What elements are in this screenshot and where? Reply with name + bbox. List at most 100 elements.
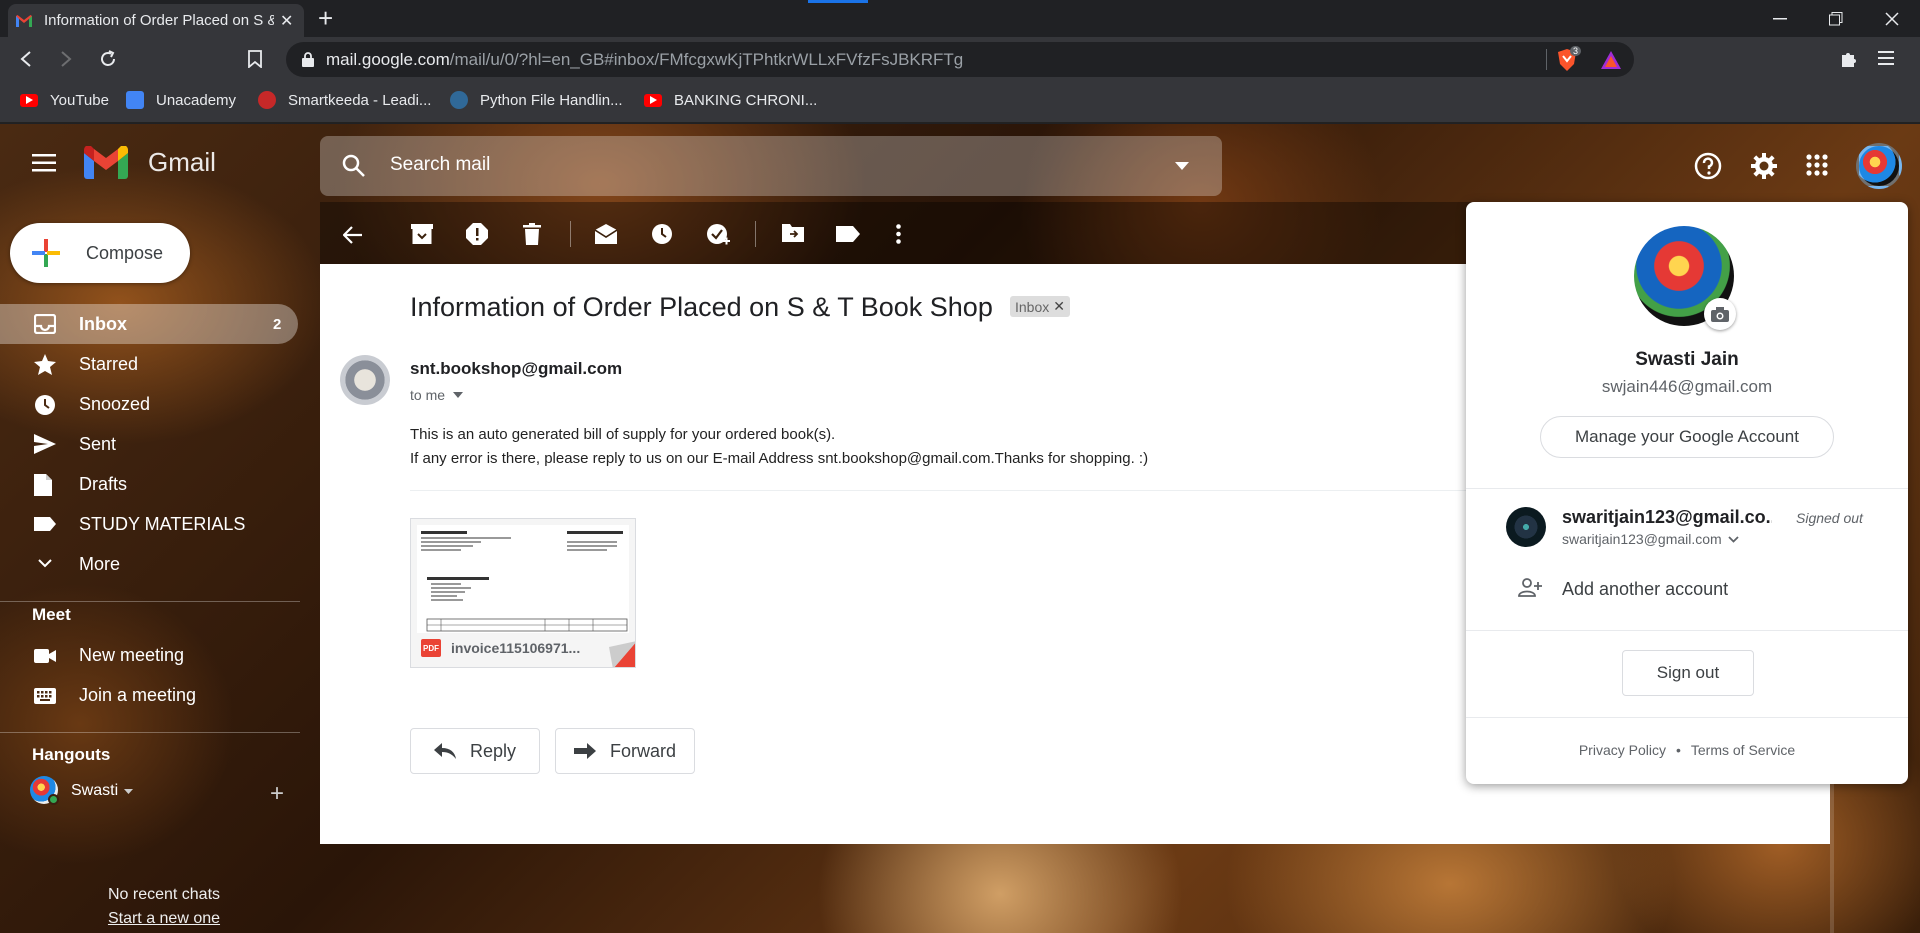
search-placeholder: Search mail: [390, 154, 491, 175]
archive-icon[interactable]: [411, 224, 433, 244]
gmail-logo[interactable]: Gmail: [84, 146, 216, 179]
labels-icon[interactable]: [836, 226, 860, 242]
video-camera-icon: [34, 649, 56, 663]
unacademy-icon: [126, 91, 144, 109]
new-conversation-plus-icon[interactable]: +: [270, 780, 284, 808]
search-options-icon[interactable]: [1175, 162, 1189, 170]
reload-icon[interactable]: [98, 49, 118, 69]
browser-toolbar: mail.google.com/mail/u/0/?hl=en_GB#inbox…: [0, 37, 1920, 83]
reply-arrow-icon: [433, 743, 456, 759]
privacy-policy-link[interactable]: Privacy Policy: [1579, 742, 1666, 758]
extensions-puzzle-icon[interactable]: [1840, 50, 1858, 68]
other-account-row[interactable]: swaritjain123@gmail.co... Signed out swa…: [1466, 489, 1908, 569]
pdf-corner-fold-icon: [609, 641, 635, 667]
google-apps-icon[interactable]: [1806, 154, 1828, 176]
report-spam-icon[interactable]: [466, 223, 488, 245]
other-account-email-row: swaritjain123@gmail.com: [1562, 531, 1739, 547]
bookmark-unacademy[interactable]: Unacademy: [126, 83, 236, 117]
add-account-label: Add another account: [1562, 579, 1729, 599]
brave-shield-icon[interactable]: 3: [1556, 46, 1582, 72]
new-meeting-item[interactable]: New meeting: [0, 635, 298, 675]
address-bar[interactable]: mail.google.com/mail/u/0/?hl=en_GB#inbox…: [286, 42, 1634, 77]
sidebar-item-label: More: [79, 553, 121, 574]
sidebar-item-drafts[interactable]: Drafts: [0, 464, 298, 504]
inbox-label-chip[interactable]: Inbox ✕: [1010, 296, 1070, 317]
bookmark-banking[interactable]: BANKING CHRONI...: [644, 83, 817, 117]
gmail-m-icon: [84, 146, 128, 179]
sender-email[interactable]: snt.bookshop@gmail.com: [410, 359, 622, 379]
forward-button[interactable]: Forward: [555, 728, 695, 774]
bookmark-youtube[interactable]: YouTube: [20, 83, 109, 117]
recipient-details[interactable]: to me: [410, 387, 464, 403]
remove-label-icon[interactable]: ✕: [1053, 298, 1065, 315]
hangouts-avatar[interactable]: [30, 776, 59, 805]
account-avatar[interactable]: [1856, 143, 1902, 189]
sidebar-item-study-materials[interactable]: STUDY MATERIALS: [0, 504, 298, 544]
manage-account-button[interactable]: Manage your Google Account: [1540, 416, 1834, 458]
search-bar[interactable]: Search mail: [320, 136, 1222, 196]
popup-divider: [1466, 630, 1908, 631]
brave-rewards-icon[interactable]: [1600, 50, 1622, 70]
sidebar-item-sent[interactable]: Sent: [0, 424, 298, 464]
python-icon: [450, 91, 468, 109]
details-caret-icon: [453, 392, 464, 398]
online-status-dot: [48, 794, 59, 805]
bookmark-icon[interactable]: [248, 50, 262, 68]
url-path: /mail/u/0/?hl=en_GB#inbox/FMfcgxwKjTPhtk…: [449, 49, 964, 69]
tab-title: Information of Order Placed on S & T Boo…: [44, 12, 274, 29]
youtube-icon: [20, 93, 38, 107]
reply-button-main[interactable]: Reply: [410, 728, 540, 774]
attachment-card[interactable]: PDF invoice115106971...: [410, 518, 636, 668]
minimize-button[interactable]: [1752, 0, 1808, 37]
snooze-clock-icon[interactable]: [651, 223, 673, 245]
sender-avatar[interactable]: [340, 355, 390, 405]
hangouts-user[interactable]: Swasti: [71, 782, 134, 800]
inbox-chip-label: Inbox: [1015, 298, 1050, 315]
sign-out-button[interactable]: Sign out: [1622, 650, 1754, 696]
tab-close-icon[interactable]: ✕: [280, 11, 293, 31]
move-to-folder-icon[interactable]: [782, 224, 804, 242]
no-recent-chats: No recent chats: [107, 886, 221, 903]
browser-tab-active[interactable]: Information of Order Placed on S & T Boo…: [8, 4, 304, 37]
mark-unread-icon[interactable]: [595, 224, 617, 244]
sidebar-item-inbox[interactable]: Inbox 2: [0, 304, 298, 344]
main-menu-icon[interactable]: [32, 154, 56, 172]
restore-button[interactable]: [1808, 0, 1864, 37]
search-icon[interactable]: [342, 154, 366, 178]
chevron-down-icon: [38, 559, 52, 568]
sidebar-item-label: Snoozed: [79, 393, 151, 414]
add-account-row[interactable]: Add another account: [1466, 565, 1908, 611]
more-options-icon[interactable]: [896, 224, 901, 244]
sidebar-item-snoozed[interactable]: Snoozed: [0, 384, 298, 424]
add-person-icon: [1518, 578, 1542, 598]
forward-icon[interactable]: [58, 50, 74, 68]
url-host: mail.google.com: [326, 49, 450, 69]
terms-of-service-link[interactable]: Terms of Service: [1691, 742, 1795, 758]
toolbar-divider: [755, 221, 756, 247]
help-icon[interactable]: [1694, 152, 1722, 180]
smartkeeda-icon: [258, 91, 276, 109]
browser-menu-icon[interactable]: [1878, 49, 1894, 67]
change-photo-camera-icon[interactable]: [1704, 298, 1736, 330]
add-to-tasks-icon[interactable]: [706, 223, 730, 247]
back-to-inbox-icon[interactable]: [343, 226, 363, 244]
join-meeting-item[interactable]: Join a meeting: [0, 675, 298, 715]
account-email: swjain446@gmail.com: [1601, 377, 1773, 396]
delete-trash-icon[interactable]: [523, 223, 541, 245]
invoice-thumbnail: [417, 525, 629, 633]
bookmark-python[interactable]: Python File Handlin...: [450, 83, 623, 117]
sidebar-item-more[interactable]: More: [0, 544, 298, 584]
close-window-button[interactable]: [1864, 0, 1920, 37]
start-new-chat-link[interactable]: Start a new one: [0, 910, 328, 928]
new-tab-button[interactable]: +: [318, 5, 333, 31]
bookmark-label: Python File Handlin...: [480, 91, 623, 109]
bookmark-smartkeeda[interactable]: Smartkeeda - Leadi...: [258, 83, 431, 117]
sidebar-item-starred[interactable]: Starred: [0, 344, 298, 384]
back-icon[interactable]: [18, 50, 34, 68]
compose-button[interactable]: Compose: [10, 223, 190, 283]
pdf-file-icon: PDF: [421, 639, 441, 657]
compose-plus-icon: [30, 237, 62, 269]
keyboard-icon: [34, 688, 56, 704]
settings-gear-icon[interactable]: [1750, 152, 1778, 180]
star-icon: [34, 354, 56, 375]
